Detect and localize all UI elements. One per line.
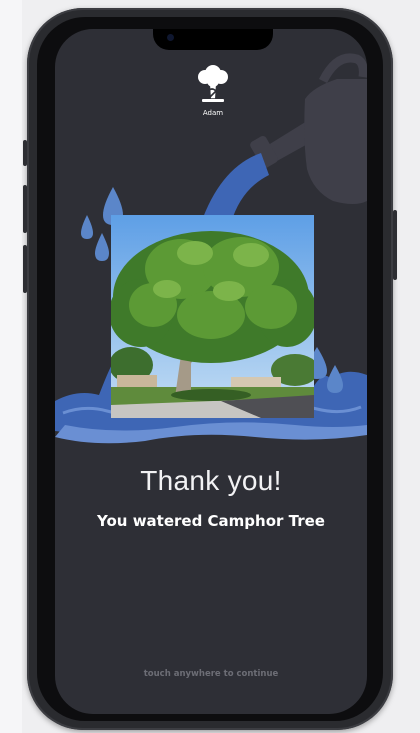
app-screen[interactable]: Adam Thank you! You watered Camphor Tree… xyxy=(55,29,367,714)
front-camera xyxy=(167,34,174,41)
watered-tree-message: You watered Camphor Tree xyxy=(97,512,325,530)
tree-logo-icon xyxy=(198,65,228,102)
thank-you-title: Thank you! xyxy=(140,465,282,496)
page-background xyxy=(0,0,22,733)
phone-notch xyxy=(153,29,273,50)
phone-power-button xyxy=(393,210,397,280)
water-stream xyxy=(201,153,269,223)
watering-can-icon xyxy=(250,53,367,204)
continue-hint[interactable]: touch anywhere to continue xyxy=(55,669,367,679)
phone-volume-down-button xyxy=(23,245,27,293)
phone-volume-up-button xyxy=(23,185,27,233)
brand-name: Adam xyxy=(202,109,224,117)
tree-photo xyxy=(111,215,314,418)
phone-side-button xyxy=(23,140,27,166)
